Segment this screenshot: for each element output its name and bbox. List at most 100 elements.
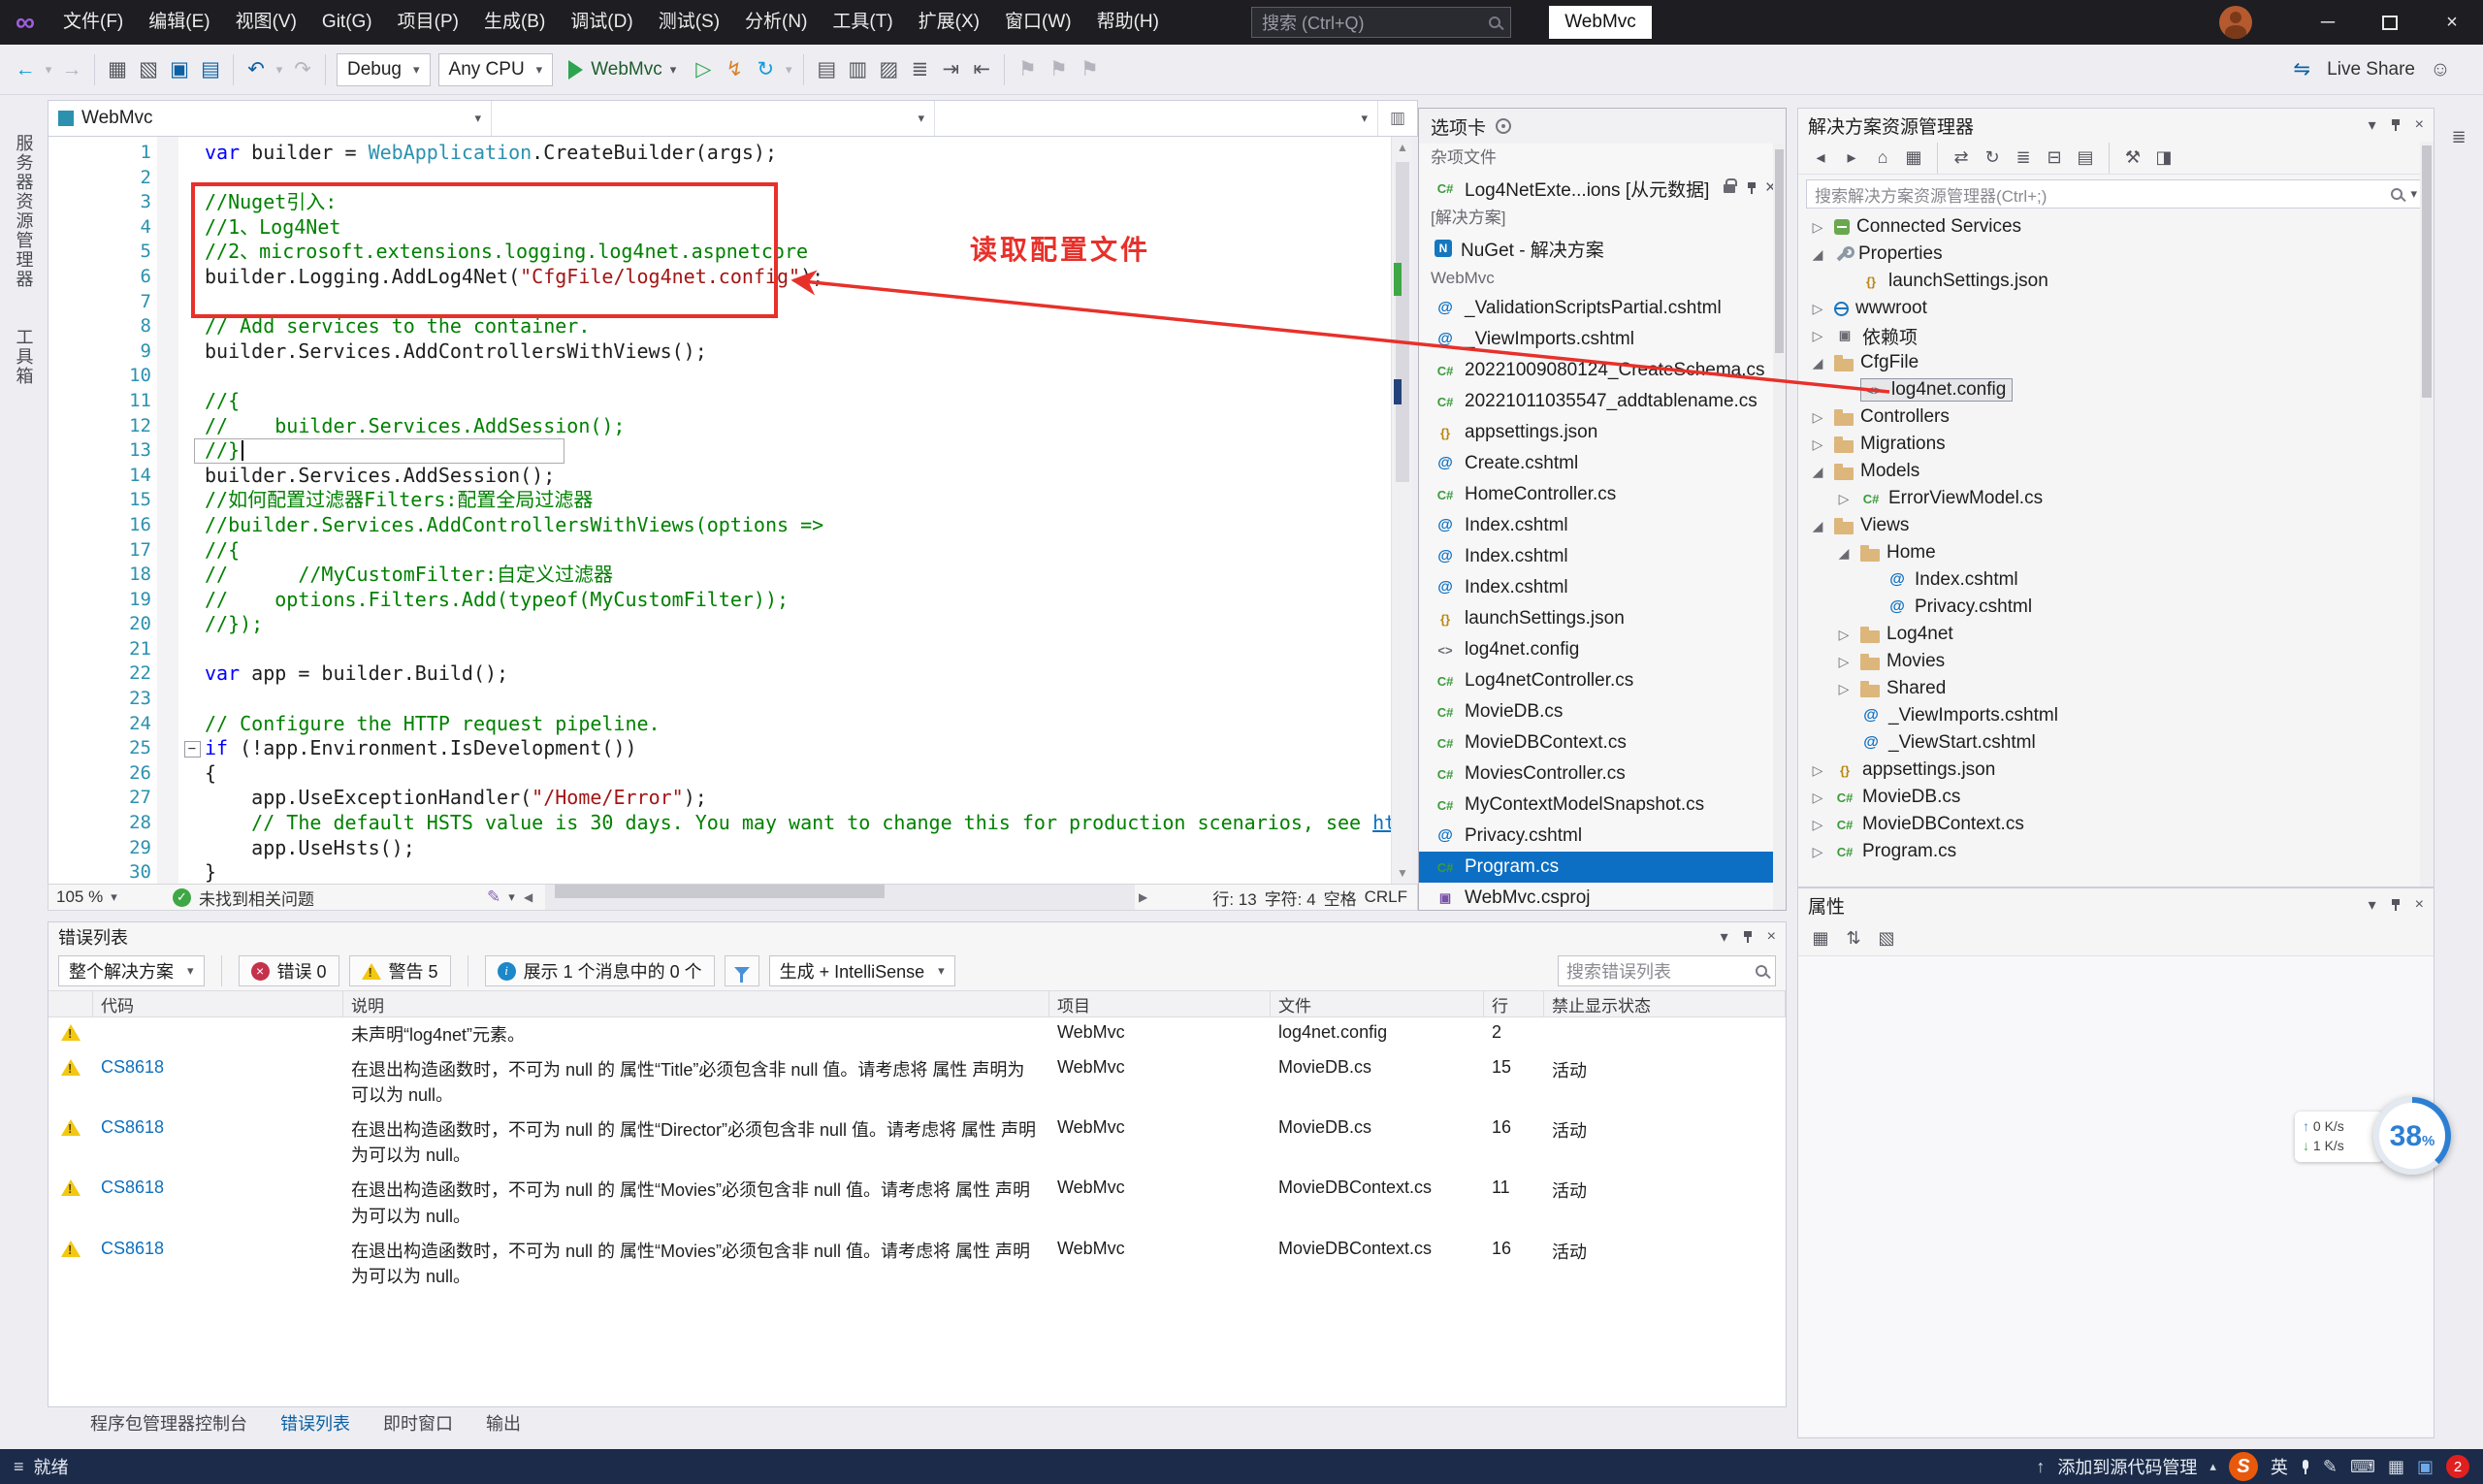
chevron-expanded-icon[interactable]: ◢: [1808, 246, 1827, 263]
quick-search-box[interactable]: 搜索 (Ctrl+Q): [1251, 7, 1511, 38]
split-window-icon[interactable]: ▥: [1378, 101, 1417, 136]
menu-item-帮助(H)[interactable]: 帮助(H): [1084, 0, 1172, 45]
window-menu-icon[interactable]: ▾: [2369, 895, 2376, 915]
flyout-item[interactable]: @Index.cshtml: [1419, 572, 1786, 603]
tree-item-MovieDBContext.cs[interactable]: ▷C#MovieDBContext.cs: [1798, 811, 2434, 838]
tree-item-launchSettings.json[interactable]: {}launchSettings.json: [1798, 268, 2434, 295]
menu-item-工具(T)[interactable]: 工具(T): [820, 0, 905, 45]
line-indicator[interactable]: 行: 13: [1212, 886, 1256, 910]
nesting-icon[interactable]: ≣: [2009, 144, 2038, 173]
chevron-collapsed-icon[interactable]: ▷: [1808, 436, 1827, 453]
tree-item-ErrorViewModel.cs[interactable]: ▷C#ErrorViewModel.cs: [1798, 485, 2434, 512]
chevron-collapsed-icon[interactable]: ▷: [1808, 790, 1827, 806]
scrollbar-thumb[interactable]: [555, 885, 885, 898]
column-header-项目[interactable]: 项目: [1049, 991, 1271, 1016]
flyout-item[interactable]: @Create.cshtml: [1419, 448, 1786, 479]
account-avatar[interactable]: [2219, 6, 2252, 39]
flyout-item[interactable]: C#MoviesController.cs: [1419, 758, 1786, 790]
scope-select[interactable]: 整个解决方案 ▾: [58, 955, 205, 986]
flyout-item[interactable]: C#Program.cs: [1419, 852, 1786, 883]
column-header-文件[interactable]: 文件: [1271, 991, 1484, 1016]
code-line-18[interactable]: 18// //MyCustomFilter:自定义过滤器: [48, 563, 1391, 588]
zoom-select[interactable]: 105 % ▾: [56, 885, 117, 910]
error-search-box[interactable]: 搜索错误列表: [1558, 955, 1776, 986]
flyout-item[interactable]: NNuGet - 解决方案: [1419, 233, 1786, 264]
microphone-icon[interactable]: [2301, 1460, 2310, 1474]
add-to-source-control[interactable]: 添加到源代码管理: [2057, 1454, 2197, 1479]
bookmark-icon[interactable]: ⚑: [1012, 51, 1043, 88]
sync-active-document-icon[interactable]: ⇄: [1947, 144, 1976, 173]
hyperlink[interactable]: https://aka.ms/asp: [1372, 811, 1391, 834]
flyout-item[interactable]: C#Log4netController.cs: [1419, 665, 1786, 696]
project-dropdown[interactable]: WebMvc ▾: [48, 101, 492, 136]
tree-item-_ViewStart.cshtml[interactable]: @_ViewStart.cshtml: [1798, 729, 2434, 757]
hot-reload-icon[interactable]: ↯: [719, 51, 750, 88]
nav-back-caret-icon[interactable]: ▾: [41, 51, 56, 88]
menu-item-调试(D)[interactable]: 调试(D): [558, 0, 645, 45]
member-dropdown[interactable]: ▾: [935, 101, 1378, 136]
eol-indicator[interactable]: CRLF: [1365, 887, 1407, 907]
code-line-17[interactable]: 17//{: [48, 538, 1391, 564]
undo-caret-icon[interactable]: ▾: [272, 51, 287, 88]
code-line-28[interactable]: 28 // The default HSTS value is 30 days.…: [48, 811, 1391, 836]
scroll-right-icon[interactable]: ▶: [1139, 885, 1147, 910]
scroll-down-icon[interactable]: ▼: [1392, 866, 1413, 880]
tree-item-Privacy.cshtml[interactable]: @Privacy.cshtml: [1798, 594, 2434, 621]
flyout-item[interactable]: C#MyContextModelSnapshot.cs: [1419, 790, 1786, 821]
flyout-item[interactable]: @_ValidationScriptsPartial.cshtml: [1419, 293, 1786, 324]
code-line-20[interactable]: 20//});: [48, 612, 1391, 637]
feedback-icon[interactable]: ☺: [2425, 51, 2456, 88]
code-line-16[interactable]: 16//builder.Services.AddControllersWithV…: [48, 513, 1391, 538]
code-cell[interactable]: CS8618: [93, 1052, 343, 1082]
gear-icon[interactable]: [1496, 118, 1511, 134]
flyout-item[interactable]: @Index.cshtml: [1419, 510, 1786, 541]
line-column-icon[interactable]: ▨: [873, 51, 904, 88]
close-icon[interactable]: ×: [2415, 116, 2424, 134]
flyout-item[interactable]: @Privacy.cshtml: [1419, 821, 1786, 852]
flyout-item[interactable]: @_ViewImports.cshtml: [1419, 324, 1786, 355]
tree-item-Models[interactable]: ◢Models: [1798, 458, 2434, 485]
code-line-22[interactable]: 22var app = builder.Build();: [48, 661, 1391, 687]
nav-back-icon[interactable]: ←: [10, 51, 41, 88]
refresh-icon[interactable]: ↻: [750, 51, 781, 88]
pin-icon[interactable]: [2390, 118, 2402, 132]
flyout-scrollbar[interactable]: [1773, 144, 1786, 911]
pin-icon[interactable]: [1746, 181, 1757, 195]
save-all-icon[interactable]: ▤: [195, 51, 226, 88]
flyout-item[interactable]: C#20221011035547_addtablename.cs: [1419, 386, 1786, 417]
code-line-7[interactable]: 7: [48, 290, 1391, 315]
tree-item-Connected Services[interactable]: ▷Connected Services: [1798, 213, 2434, 241]
handwriting-icon[interactable]: ✎: [2323, 1457, 2338, 1477]
categorized-icon[interactable]: ▦: [1806, 924, 1835, 953]
tree-item-Home[interactable]: ◢Home: [1798, 539, 2434, 566]
menu-item-项目(P)[interactable]: 项目(P): [385, 0, 471, 45]
code-line-25[interactable]: 25−if (!app.Environment.IsDevelopment()): [48, 736, 1391, 761]
code-line-6[interactable]: 6builder.Logging.AddLog4Net("CfgFile/log…: [48, 265, 1391, 290]
indent-icon[interactable]: ⇥: [935, 51, 966, 88]
notification-badge[interactable]: 2: [2446, 1455, 2469, 1478]
find-in-files-icon[interactable]: ▤: [811, 51, 842, 88]
scrollbar-thumb[interactable]: [2422, 145, 2432, 398]
undo-icon[interactable]: ↶: [241, 51, 272, 88]
maximize-button[interactable]: [2359, 0, 2421, 45]
scrollbar-thumb[interactable]: [1396, 162, 1409, 482]
refresh-caret-icon[interactable]: ▾: [781, 51, 796, 88]
tree-item-Program.cs[interactable]: ▷C#Program.cs: [1798, 838, 2434, 865]
new-project-icon[interactable]: ▦: [102, 51, 133, 88]
tree-item-CfgFile[interactable]: ◢CfgFile: [1798, 349, 2434, 376]
column-header-代码[interactable]: 代码: [93, 991, 343, 1016]
scroll-left-icon[interactable]: ◀: [524, 885, 532, 910]
menu-item-分析(N)[interactable]: 分析(N): [732, 0, 820, 45]
live-share-label[interactable]: Live Share: [2327, 59, 2415, 81]
nav-forward-icon[interactable]: →: [56, 51, 87, 88]
tree-item-Log4net[interactable]: ▷Log4net: [1798, 621, 2434, 648]
code-line-9[interactable]: 9builder.Services.AddControllersWithView…: [48, 339, 1391, 365]
menu-item-编辑(E)[interactable]: 编辑(E): [136, 0, 222, 45]
chevron-collapsed-icon[interactable]: ▷: [1808, 817, 1827, 833]
code-cell[interactable]: CS8618: [93, 1173, 343, 1203]
flyout-item[interactable]: C#HomeController.cs: [1419, 479, 1786, 510]
code-line-12[interactable]: 12// builder.Services.AddSession();: [48, 414, 1391, 439]
home-icon[interactable]: ⌂: [1868, 144, 1897, 173]
code-line-4[interactable]: 4//1、Log4Net: [48, 215, 1391, 241]
chevron-expanded-icon[interactable]: ◢: [1808, 464, 1827, 480]
